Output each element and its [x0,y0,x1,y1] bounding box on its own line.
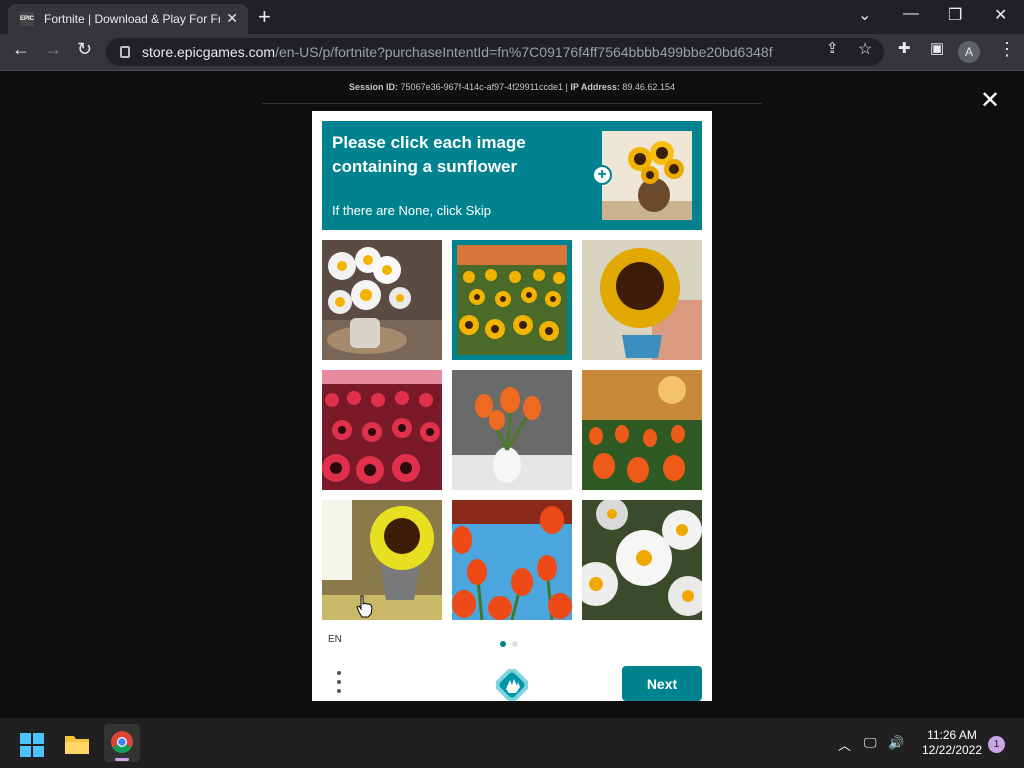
session-info: Session ID: 75067e36-967f-414c-af97-4f29… [262,82,762,104]
url-host: store.epicgames.com [142,44,276,60]
pink-flower-field-image [322,370,442,490]
window-close-button[interactable]: ✕ [994,5,1007,25]
tile-pink-flower-field[interactable] [322,370,442,490]
sunflower-field-image [457,245,567,355]
session-id: 75067e36-967f-414c-af97-4f29911ccde1 [400,82,564,92]
browser-titlebar: EPIC Fortnite | Download & Play For Free… [0,0,1024,34]
taskbar-clock[interactable]: 11:26 AM 12/22/2022 [912,728,992,758]
chrome-taskbar-button[interactable] [104,724,140,762]
challenge-header: Please click each image containing a sun… [322,121,702,230]
address-bar[interactable]: store.epicgames.com/en-US/p/fortnite?pur… [106,38,884,66]
tab-search-icon[interactable]: ⌄ [858,5,871,25]
clock-date: 12/22/2022 [921,743,983,757]
tulips-sky-image [452,500,572,620]
daisies-vase-image [322,240,442,360]
ip-label: IP Address: [570,82,620,92]
network-icon[interactable]: 🖵 [864,735,877,751]
forward-button[interactable]: → [44,39,62,60]
example-image[interactable] [602,131,692,220]
chrome-icon [111,731,133,753]
tray-overflow-chevron-icon[interactable]: ︿ [838,735,851,754]
sunflower-vase-image [602,131,692,220]
page-dot [512,641,518,647]
sunflower-pot-image [322,500,442,620]
windows-start-icon[interactable] [20,733,44,757]
back-button[interactable]: ← [12,39,30,60]
new-tab-button[interactable]: + [258,4,271,30]
page-overlay: Session ID: 75067e36-967f-414c-af97-4f29… [0,72,1024,718]
tab-title: Fortnite | Download & Play For Free [44,12,220,26]
skip-hint: If there are None, click Skip [332,203,491,218]
reload-button[interactable]: ↻ [77,39,92,60]
hand-cursor-icon [356,595,373,618]
tile-sunflower-pot[interactable] [322,500,442,620]
restore-button[interactable]: ❐ [948,5,962,25]
browser-toolbar: ← → ↻ store.epicgames.com/en-US/p/fortni… [0,34,1024,71]
bookmark-star-icon[interactable]: ☆ [858,39,872,59]
file-explorer-icon[interactable] [64,733,90,755]
session-label: Session ID: [349,82,399,92]
tulips-vase-image [452,370,572,490]
share-icon[interactable]: ⇪ [826,39,839,57]
tile-tulips-sky[interactable] [452,500,572,620]
pagination-dots [500,641,518,647]
hcaptcha-logo-icon [494,667,530,703]
profile-avatar[interactable]: A [958,41,980,63]
windows-taskbar: ︿ 🖵 🔊 11:26 AM 12/22/2022 1 [0,718,1024,768]
tile-sunflower-field[interactable] [452,240,572,360]
notification-badge[interactable]: 1 [988,736,1005,753]
epic-favicon-icon: EPIC [20,12,34,26]
page-dot-active [500,641,506,647]
minimize-button[interactable]: — [903,5,919,23]
next-button[interactable]: Next [622,666,702,701]
side-panel-icon[interactable]: ▣ [930,39,944,57]
tile-tulips-vase[interactable] [452,370,572,490]
language-selector[interactable]: EN [328,634,342,645]
expand-example-icon[interactable]: + [592,165,612,185]
extensions-puzzle-icon[interactable]: ✚ [898,39,911,57]
tile-tulip-field-sunset[interactable] [582,370,702,490]
tulip-field-sunset-image [582,370,702,490]
volume-icon[interactable]: 🔊 [888,735,904,751]
tile-daisies-vase[interactable] [322,240,442,360]
ip-address: 89.46.62.154 [622,82,675,92]
tile-sunflower-closeup[interactable] [582,240,702,360]
browser-tab[interactable]: EPIC Fortnite | Download & Play For Free… [8,4,248,34]
close-overlay-icon[interactable]: ✕ [980,89,1000,113]
url-path: /en-US/p/fortnite?purchaseIntentId=fn%7C… [275,44,773,60]
tab-close-icon[interactable]: ✕ [226,10,238,27]
browser-menu-icon[interactable]: ⋮ [998,39,1016,60]
lock-icon [120,46,130,58]
more-options-icon[interactable] [334,671,344,697]
daisies-closeup-image [582,500,702,620]
challenge-prompt: Please click each image containing a sun… [332,133,526,176]
sunflower-closeup-image [582,240,702,360]
tile-daisies-closeup[interactable] [582,500,702,620]
clock-time: 11:26 AM [927,728,977,742]
